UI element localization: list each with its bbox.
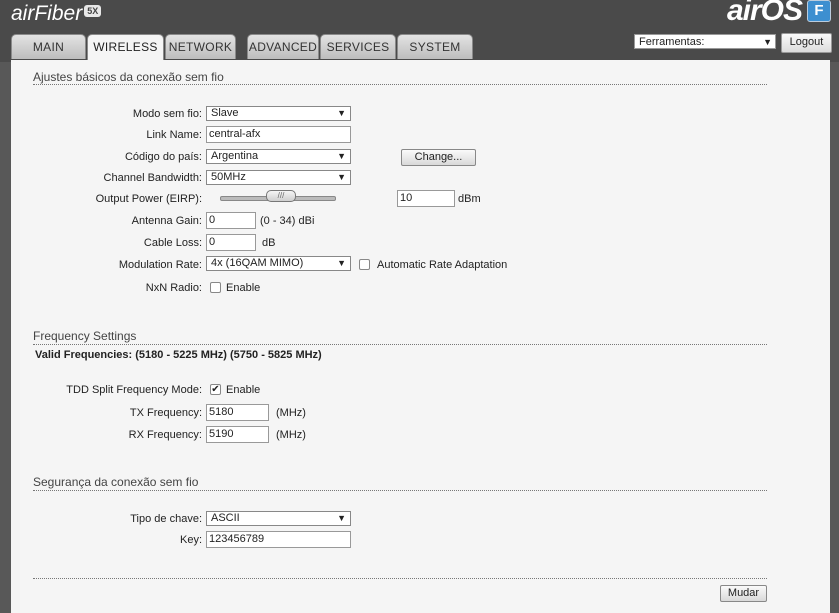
wireless-settings-panel: Ajustes básicos da conexão sem fio Modo …: [11, 60, 830, 613]
antenna-gain-input[interactable]: 0: [206, 212, 256, 229]
tx-frequency-unit: (MHz): [276, 407, 306, 419]
tab-main[interactable]: MAIN: [11, 34, 86, 59]
key-type-label: Tipo de chave:: [130, 513, 202, 525]
nxn-radio-label: NxN Radio:: [145, 282, 202, 294]
valid-frequencies: Valid Frequencies: (5180 - 5225 MHz) (57…: [35, 349, 322, 361]
tdd-mode-label: TDD Split Frequency Mode:: [66, 384, 202, 396]
rx-frequency-input[interactable]: 5190: [206, 426, 269, 443]
section-divider: [33, 84, 767, 85]
antenna-gain-label: Antenna Gain:: [131, 215, 202, 227]
basic-settings-title: Ajustes básicos da conexão sem fio: [33, 70, 224, 84]
footer-divider: [33, 578, 767, 579]
country-code-select[interactable]: Argentina ▼: [206, 149, 351, 164]
chevron-down-icon: ▼: [337, 151, 346, 161]
wireless-mode-select[interactable]: Slave ▼: [206, 106, 351, 121]
tx-frequency-label: TX Frequency:: [129, 407, 202, 419]
security-settings-title: Segurança da conexão sem fio: [33, 475, 199, 489]
tools-select[interactable]: Ferramentas: ▼: [634, 34, 776, 49]
modulation-rate-label: Modulation Rate:: [118, 259, 202, 271]
nxn-radio-checkbox[interactable]: [210, 282, 221, 293]
output-power-input[interactable]: 10: [397, 190, 455, 207]
chevron-down-icon: ▼: [337, 172, 346, 182]
frequency-settings-title: Frequency Settings: [33, 329, 137, 343]
tx-frequency-input[interactable]: 5180: [206, 404, 269, 421]
header-bar: airFiber 5X airOS F MAIN WIRELESS NETWORK…: [0, 0, 839, 62]
chevron-down-icon: ▼: [763, 37, 772, 47]
wireless-mode-label: Modo sem fio:: [132, 108, 202, 120]
airos-logo: airOS: [726, 0, 803, 27]
cable-loss-label: Cable Loss:: [143, 237, 202, 249]
tab-advanced[interactable]: ADVANCED: [247, 34, 319, 59]
product-badge: F: [807, 0, 831, 22]
nxn-enable-label: Enable: [226, 282, 261, 294]
channel-bandwidth-select[interactable]: 50MHz ▼: [206, 170, 351, 185]
rx-frequency-label: RX Frequency:: [128, 429, 202, 441]
tab-system[interactable]: SYSTEM: [397, 34, 473, 59]
cable-loss-input[interactable]: 0: [206, 234, 256, 251]
auto-rate-checkbox[interactable]: [359, 259, 370, 270]
tdd-enable-label: Enable: [226, 384, 261, 396]
auto-rate-label: Automatic Rate Adaptation: [377, 259, 508, 271]
tab-services[interactable]: SERVICES: [320, 34, 396, 59]
output-power-label: Output Power (EIRP):: [95, 193, 202, 205]
apply-button[interactable]: Mudar: [720, 585, 767, 602]
section-divider: [33, 344, 767, 345]
key-type-select[interactable]: ASCII ▼: [206, 511, 351, 526]
link-name-label: Link Name:: [146, 129, 202, 141]
tdd-mode-checkbox[interactable]: ✔: [210, 384, 221, 395]
change-country-button[interactable]: Change...: [401, 149, 476, 166]
key-label: Key:: [179, 534, 202, 546]
tab-network[interactable]: NETWORK: [165, 34, 236, 59]
country-code-label: Código do país:: [124, 151, 202, 163]
key-input[interactable]: 123456789: [206, 531, 351, 548]
chevron-down-icon: ▼: [337, 513, 346, 523]
antenna-gain-range: (0 - 34) dBi: [260, 215, 315, 227]
rx-frequency-unit: (MHz): [276, 429, 306, 441]
output-power-slider-handle[interactable]: ///: [266, 190, 296, 202]
link-name-input[interactable]: central-afx: [206, 126, 351, 143]
channel-bandwidth-label: Channel Bandwidth:: [103, 172, 202, 184]
chevron-down-icon: ▼: [337, 258, 346, 268]
tab-wireless[interactable]: WIRELESS: [87, 34, 164, 61]
cable-loss-unit: dB: [262, 237, 276, 249]
output-power-unit: dBm: [458, 193, 481, 205]
modulation-rate-select[interactable]: 4x (16QAM MIMO) ▼: [206, 256, 351, 271]
airfiber-logo: airFiber 5X: [11, 2, 102, 26]
section-divider: [33, 490, 767, 491]
logout-button[interactable]: Logout: [781, 33, 832, 53]
chevron-down-icon: ▼: [337, 108, 346, 118]
